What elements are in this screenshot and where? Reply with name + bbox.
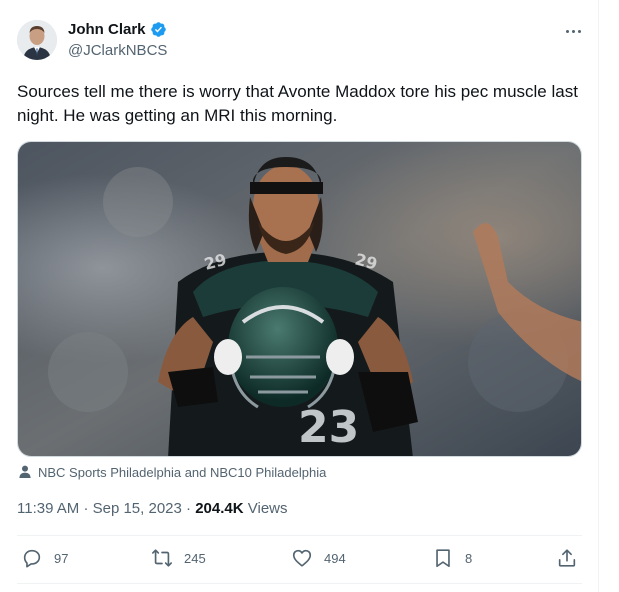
more-dot-icon	[565, 29, 569, 33]
verified-badge-icon	[150, 22, 166, 37]
more-options-button[interactable]	[562, 22, 584, 40]
divider	[17, 583, 582, 584]
bookmark-icon	[436, 549, 450, 568]
tweet-text: Sources tell me there is worry that Avon…	[17, 82, 578, 125]
avatar[interactable]	[17, 20, 57, 60]
author-name[interactable]: John Clark	[68, 21, 146, 38]
repost-count: 245	[184, 550, 206, 566]
repost-button[interactable]: 245	[151, 547, 206, 569]
tweet-time[interactable]: 11:39 AM	[17, 500, 79, 517]
views-label: Views	[247, 500, 288, 517]
meta-separator: ·	[186, 500, 196, 517]
tweet-photo[interactable]: 23 29 29	[17, 141, 582, 457]
bookmark-count: 8	[465, 550, 473, 566]
divider	[17, 535, 582, 536]
repost-icon	[152, 549, 172, 567]
media-credit: NBC Sports Philadelphia and NBC10 Philad…	[17, 464, 326, 480]
share-icon	[558, 549, 576, 567]
views-count: 204.4K	[195, 500, 244, 517]
like-count: 494	[324, 550, 346, 566]
meta-separator: ·	[83, 500, 93, 517]
tweet-meta: 11:39 AM · Sep 15, 2023 · 204.4K Views	[17, 500, 288, 517]
reply-count: 97	[54, 550, 69, 566]
heart-icon	[292, 549, 312, 567]
tweet-date[interactable]: Sep 15, 2023	[93, 500, 182, 517]
author-handle[interactable]: @JClarkNBCS	[68, 42, 167, 59]
reply-button[interactable]: 97	[21, 547, 68, 569]
author-name-row[interactable]: John Clark	[68, 21, 167, 38]
bookmark-button[interactable]: 8	[432, 547, 472, 569]
more-dot-icon	[577, 29, 581, 33]
tweet: John Clark @JClarkNBCS Sources tell me t…	[0, 0, 599, 592]
share-button[interactable]	[556, 547, 578, 569]
media-credit-text: NBC Sports Philadelphia and NBC10 Philad…	[38, 464, 327, 480]
person-icon	[19, 465, 31, 478]
more-dot-icon	[571, 29, 575, 33]
reply-icon	[23, 549, 41, 568]
svg-text:23: 23	[298, 402, 359, 453]
like-button[interactable]: 494	[291, 547, 346, 569]
